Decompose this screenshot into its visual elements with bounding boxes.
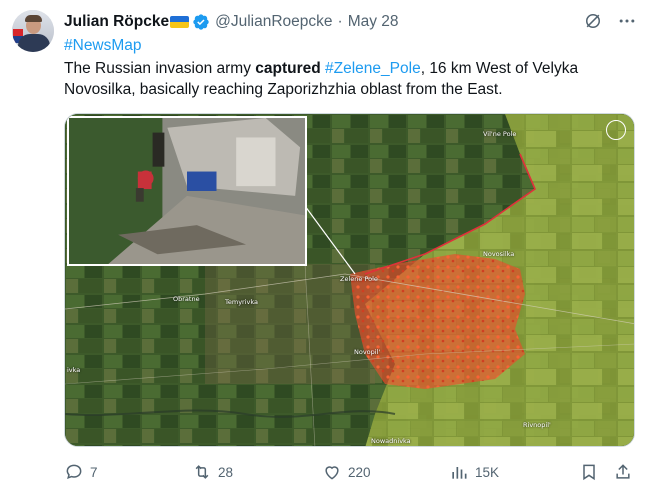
ukraine-flag-icon [170, 16, 190, 28]
avatar[interactable] [12, 10, 54, 52]
views-button[interactable]: 15K [449, 460, 499, 484]
tweet-text-part: The Russian invasion army [64, 60, 256, 77]
map-label-nowadnivka: Nowadnivka [371, 437, 411, 445]
map-label-novopil: Novopil' [354, 348, 381, 356]
tweet-text-bold: captured [255, 60, 321, 77]
views-icon [452, 467, 467, 479]
header-icons [583, 11, 637, 31]
like-icon [325, 466, 339, 480]
tweet-header: Julian Röpcke @JulianRoepcke · May 28 [64, 11, 399, 33]
tweet-date[interactable]: May 28 [348, 13, 399, 31]
map-label-ivka: ivka [67, 366, 81, 374]
more-icon[interactable] [617, 11, 637, 31]
inset-drone-photo [67, 116, 307, 266]
tweet-image-map[interactable]: Vil'ne Pole Novosilka Zelene Pole Obratn… [64, 113, 635, 447]
like-count: 220 [348, 464, 371, 480]
author-name[interactable]: Julian Röpcke [64, 13, 169, 31]
map-label-vilne-pole: Vil'ne Pole [483, 130, 517, 138]
tweet-text: The Russian invasion army captured #Zele… [64, 58, 639, 100]
author-handle[interactable]: @JulianRoepcke [215, 13, 332, 31]
zelene-pole-hashtag-link[interactable]: #Zelene_Pole [325, 60, 421, 77]
tweet-actions: 7 28 220 15K [64, 460, 634, 484]
map-label-temyrivka: Temyrivka [225, 298, 259, 306]
repost-icon [195, 465, 209, 479]
reply-icon [66, 464, 82, 480]
reply-count: 7 [90, 464, 98, 480]
bookmark-icon [583, 464, 595, 481]
like-button[interactable]: 220 [322, 460, 371, 484]
map-label-zelene-pole: Zelene Pole [340, 275, 378, 283]
reply-button[interactable]: 7 [64, 460, 98, 484]
map-label-rivnopil: Rivnopil' [523, 421, 551, 429]
map-label-novosilka: Novosilka [483, 250, 515, 258]
bookmark-button[interactable] [579, 460, 599, 484]
map-label-obratne: Obratne [173, 295, 200, 303]
repost-button[interactable]: 28 [192, 460, 233, 484]
verified-badge-icon [193, 14, 209, 30]
compass-icon [606, 120, 626, 140]
repost-count: 28 [218, 464, 234, 480]
grok-icon[interactable] [583, 11, 603, 31]
separator-dot: · [337, 13, 343, 30]
tweet: Julian Röpcke @JulianRoepcke · May 28 #N… [0, 0, 651, 492]
share-button[interactable] [613, 460, 633, 484]
hashtag-link[interactable]: #NewsMap [64, 37, 142, 55]
share-icon [616, 464, 630, 479]
views-count: 15K [475, 464, 500, 480]
